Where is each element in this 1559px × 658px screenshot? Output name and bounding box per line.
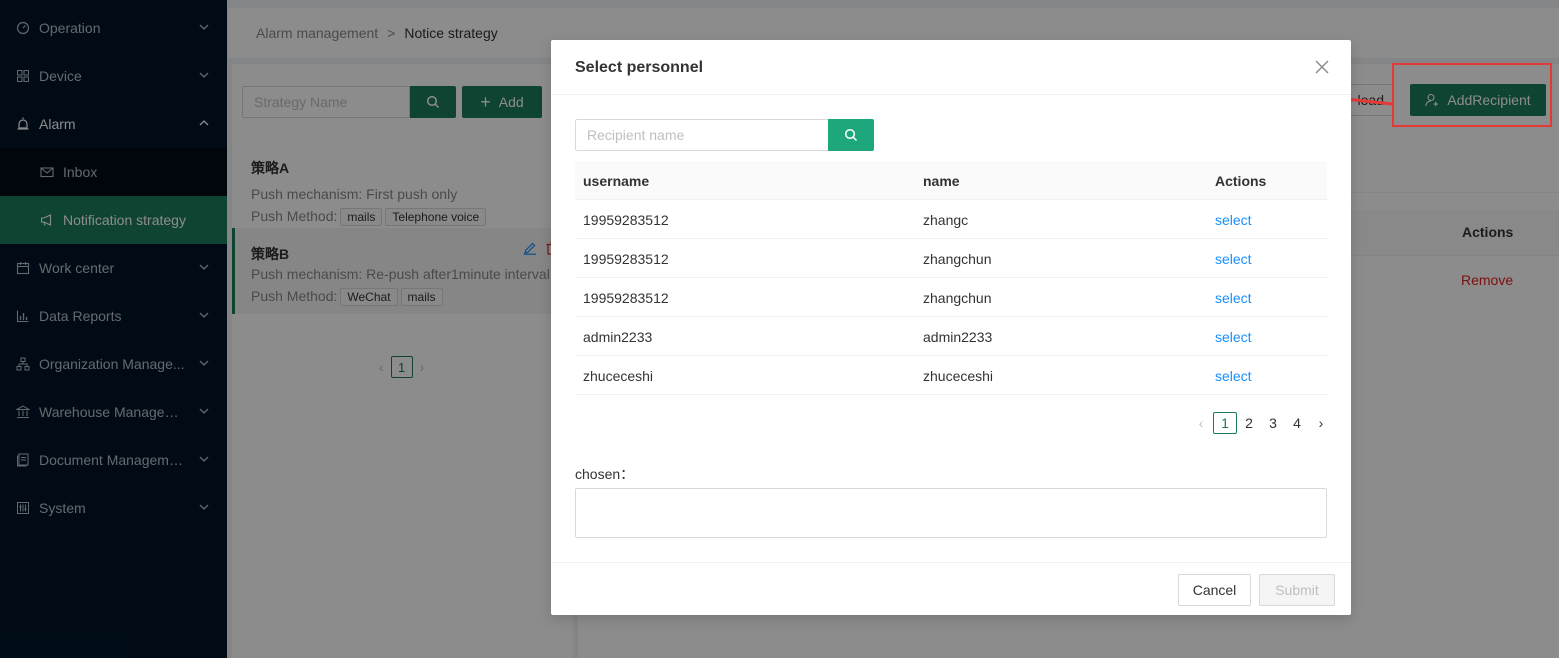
column-header-actions: Actions: [1215, 173, 1267, 189]
cell-username: 19959283512: [583, 212, 669, 228]
cell-name: zhangchun: [923, 251, 992, 267]
chosen-label: chosen：: [575, 466, 635, 482]
page-button[interactable]: 4: [1285, 412, 1309, 434]
personnel-pagination: ‹ 1 2 3 4 ›: [1189, 412, 1333, 434]
cell-username: 19959283512: [583, 251, 669, 267]
close-icon[interactable]: [1314, 59, 1330, 75]
table-row: 19959283512 zhangc select: [575, 200, 1327, 239]
search-icon: [844, 128, 858, 142]
personnel-table: username name Actions 19959283512 zhangc…: [575, 161, 1327, 395]
select-link[interactable]: select: [1215, 251, 1252, 267]
select-link[interactable]: select: [1215, 290, 1252, 306]
cell-name: zhangchun: [923, 290, 992, 306]
recipient-search-button[interactable]: [828, 119, 874, 151]
recipient-search-input[interactable]: [575, 119, 829, 151]
cell-name: zhuceceshi: [923, 368, 994, 384]
select-link[interactable]: select: [1215, 212, 1252, 228]
table-header: username name Actions: [575, 161, 1327, 200]
modal-header: Select personnel: [551, 40, 1351, 95]
select-link[interactable]: select: [1215, 329, 1252, 345]
column-header-username: username: [583, 173, 650, 189]
table-row: admin2233 admin2233 select: [575, 317, 1327, 356]
table-row: zhuceceshi zhuceceshi select: [575, 356, 1327, 395]
submit-button[interactable]: Submit: [1259, 574, 1335, 606]
cell-username: 19959283512: [583, 290, 669, 306]
cell-username: zhuceceshi: [583, 368, 654, 384]
cell-username: admin2233: [583, 329, 653, 345]
chosen-recipients-box[interactable]: [575, 488, 1327, 538]
modal-footer: Cancel Submit: [551, 562, 1351, 615]
next-page-icon[interactable]: ›: [1309, 412, 1333, 434]
page-button[interactable]: 3: [1261, 412, 1285, 434]
select-link[interactable]: select: [1215, 368, 1252, 384]
select-personnel-modal: Select personnel username name Actions 1…: [551, 40, 1351, 615]
modal-title: Select personnel: [575, 59, 704, 76]
annotation-highlight-box: [1392, 63, 1552, 127]
table-row: 19959283512 zhangchun select: [575, 278, 1327, 317]
cancel-button[interactable]: Cancel: [1178, 574, 1251, 606]
prev-page-icon[interactable]: ‹: [1189, 412, 1213, 434]
page-button-current[interactable]: 1: [1213, 412, 1237, 434]
page-button[interactable]: 2: [1237, 412, 1261, 434]
cell-name: zhangc: [923, 212, 969, 228]
table-row: 19959283512 zhangchun select: [575, 239, 1327, 278]
column-header-name: name: [923, 173, 960, 189]
cell-name: admin2233: [923, 329, 993, 345]
